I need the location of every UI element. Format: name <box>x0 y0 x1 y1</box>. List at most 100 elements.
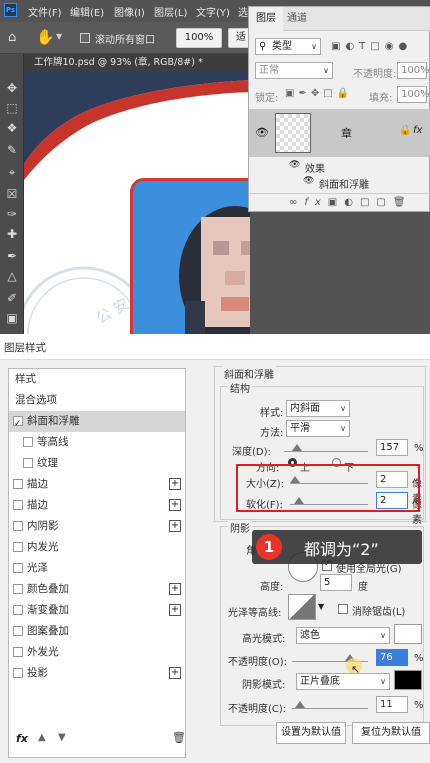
shadow-opacity-handle[interactable] <box>295 701 306 708</box>
altitude-input[interactable]: 5 <box>320 574 352 591</box>
move-down-icon[interactable]: ▼ <box>58 732 66 743</box>
fx-menu-icon[interactable]: fx <box>16 732 28 745</box>
menu-select[interactable]: 选 <box>238 4 248 19</box>
menu-layer[interactable]: 图层(L) <box>154 4 187 19</box>
effect-bevel-row[interactable]: 👁 斜面和浮雕 <box>249 175 430 191</box>
move-up-icon[interactable]: ▲ <box>38 732 46 743</box>
style-checkbox[interactable] <box>13 647 23 657</box>
style-list-item[interactable]: 描边 + <box>9 474 185 495</box>
style-list-item[interactable]: 纹理 <box>9 453 185 474</box>
style-list-item[interactable]: 颜色叠加 + <box>9 579 185 600</box>
style-list-item[interactable]: 等高线 <box>9 432 185 453</box>
shadow-color-swatch[interactable] <box>394 670 422 690</box>
canvas[interactable]: 公 安 局 <box>24 72 250 334</box>
style-list-item[interactable]: 内发光 <box>9 537 185 558</box>
style-list-item[interactable]: 内阴影 + <box>9 516 185 537</box>
gloss-contour-chevron-icon[interactable]: ▼ <box>318 602 324 611</box>
add-effect-plus-icon[interactable]: + <box>169 604 181 616</box>
style-list-item[interactable]: 外发光 <box>9 642 185 663</box>
home-icon[interactable]: ⌂ <box>8 30 16 45</box>
hand-tool-icon[interactable]: ✋ <box>36 28 55 46</box>
layer-footer-icons[interactable]: ∞fx▣◐□▢🗑 <box>289 197 413 208</box>
make-default-button[interactable]: 设置为默认值 <box>276 722 346 744</box>
clone-stamp-tool-icon[interactable]: △ <box>4 268 20 284</box>
layer-name[interactable]: 章 <box>341 125 352 141</box>
style-checkbox[interactable] <box>13 668 23 678</box>
style-checkbox[interactable] <box>13 521 23 531</box>
depth-slider[interactable] <box>284 451 368 452</box>
marquee-tool-icon[interactable]: ⬚ <box>4 100 20 116</box>
visibility-eye-icon[interactable]: 👁 <box>255 126 269 139</box>
highlight-opacity-input[interactable]: 76 <box>376 649 408 666</box>
effects-row[interactable]: 👁 效果 <box>249 159 430 175</box>
zoom-100-button[interactable]: 100% <box>176 28 222 48</box>
shadow-opacity-slider[interactable] <box>292 708 368 709</box>
style-checkbox[interactable] <box>13 500 23 510</box>
history-brush-tool-icon[interactable]: ✐ <box>4 290 20 306</box>
style-checkbox[interactable] <box>23 458 33 468</box>
scroll-all-checkbox[interactable] <box>80 33 90 43</box>
menu-type[interactable]: 文字(Y) <box>196 4 230 19</box>
highlight-color-swatch[interactable] <box>394 624 422 644</box>
eraser-tool-icon[interactable]: ▣ <box>4 310 20 326</box>
style-list-item[interactable]: 投影 + <box>9 663 185 684</box>
add-effect-plus-icon[interactable]: + <box>169 499 181 511</box>
antialias-checkbox[interactable] <box>338 604 348 614</box>
opacity-label: 不透明度: <box>353 69 397 80</box>
bevel-style-select[interactable]: 内斜面 <box>286 400 350 417</box>
healing-brush-tool-icon[interactable]: ✚ <box>4 226 20 242</box>
blend-mode-select[interactable]: 正常 <box>255 62 333 79</box>
technique-select[interactable]: 平滑 <box>286 420 350 437</box>
style-checkbox[interactable] <box>13 626 23 636</box>
add-effect-plus-icon[interactable]: + <box>169 520 181 532</box>
style-list-item[interactable]: 描边 + <box>9 495 185 516</box>
style-checkbox[interactable] <box>13 414 23 435</box>
style-checkbox[interactable] <box>13 542 23 552</box>
menu-file[interactable]: 文件(F) <box>28 4 62 19</box>
style-list-item[interactable]: 光泽 <box>9 558 185 579</box>
tab-layers[interactable]: 图层 <box>249 7 283 31</box>
style-list-item[interactable]: 图案叠加 <box>9 621 185 642</box>
eyedropper-tool-icon[interactable]: ✑ <box>4 206 20 222</box>
style-list-item[interactable]: 斜面和浮雕 <box>9 411 185 435</box>
gloss-contour-picker[interactable] <box>288 594 316 620</box>
bevel-eye-icon[interactable]: 👁 <box>303 176 314 186</box>
style-checkbox[interactable] <box>13 605 23 615</box>
layer-fx-icon[interactable]: fx <box>413 125 422 136</box>
tool-preset-chevron-icon[interactable]: ▼ <box>56 32 62 41</box>
quick-select-tool-icon[interactable]: ✎ <box>4 142 20 158</box>
style-checkbox[interactable] <box>13 563 23 573</box>
depth-input[interactable]: 157 <box>376 439 408 456</box>
style-list-item[interactable]: 混合选项 <box>9 390 185 411</box>
menu-image[interactable]: 图像(I) <box>114 4 145 19</box>
highlight-mode-select[interactable]: 滤色 <box>296 627 390 644</box>
lasso-tool-icon[interactable]: ❖ <box>4 120 20 136</box>
layer-row-seal[interactable]: 👁 章 🔒 fx <box>249 109 430 157</box>
depth-slider-handle[interactable] <box>292 444 303 451</box>
fill-input[interactable]: 100% <box>397 86 430 103</box>
add-effect-plus-icon[interactable]: + <box>169 583 181 595</box>
document-tab[interactable]: 工作牌10.psd @ 93% (章, RGB/8#) * <box>24 54 250 72</box>
frame-tool-icon[interactable]: ☒ <box>4 186 20 202</box>
move-tool-icon[interactable]: ✥ <box>4 80 20 96</box>
crop-tool-icon[interactable]: ⌖ <box>4 164 20 180</box>
shadow-mode-select[interactable]: 正片叠底 <box>296 673 390 690</box>
effects-eye-icon[interactable]: 👁 <box>289 160 300 170</box>
style-checkbox[interactable] <box>23 437 33 447</box>
add-effect-plus-icon[interactable]: + <box>169 667 181 679</box>
menu-edit[interactable]: 编辑(E) <box>70 4 104 19</box>
style-list-item[interactable]: 样式 <box>9 369 185 390</box>
kind-filter-select[interactable]: ⚲ 类型 <box>255 38 321 55</box>
tab-channels[interactable]: 通道 <box>287 7 307 31</box>
shadow-opacity-input[interactable]: 11 <box>376 696 408 713</box>
delete-effect-icon[interactable]: 🗑 <box>172 731 186 744</box>
lock-icons[interactable]: ▣✒✥□🔒 <box>285 88 353 99</box>
style-checkbox[interactable] <box>13 479 23 489</box>
add-effect-plus-icon[interactable]: + <box>169 478 181 490</box>
style-list-item[interactable]: 渐变叠加 + <box>9 600 185 621</box>
filter-icons[interactable]: ▣◐T□◉● <box>331 41 412 52</box>
brush-tool-icon[interactable]: ✒ <box>4 248 20 264</box>
style-checkbox[interactable] <box>13 584 23 594</box>
opacity-input[interactable]: 100% <box>397 62 430 79</box>
reset-default-button[interactable]: 复位为默认值 <box>352 722 430 744</box>
